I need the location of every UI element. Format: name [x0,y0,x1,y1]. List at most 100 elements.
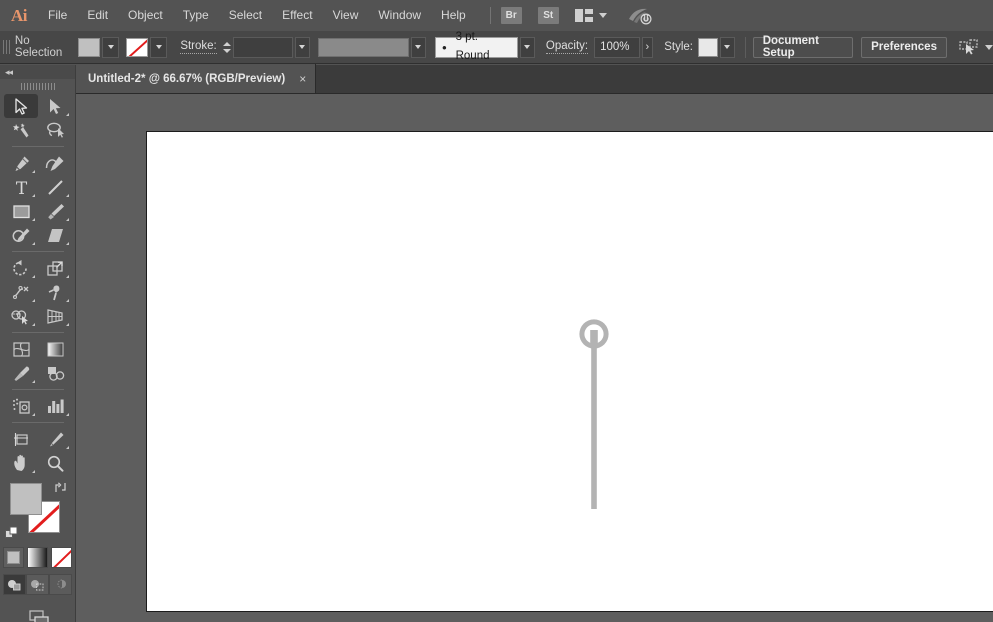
fill-dropdown-button[interactable] [102,37,119,58]
menu-edit[interactable]: Edit [77,0,118,31]
free-transform-tool[interactable] [38,280,72,304]
rectangle-tool[interactable] [4,199,38,223]
menu-object[interactable]: Object [118,0,173,31]
tool-flyout-indicator [66,323,69,326]
document-setup-button[interactable]: Document Setup [753,37,853,58]
width-tool[interactable] [4,280,38,304]
gradient-tool[interactable] [38,337,72,361]
fill-control[interactable] [78,37,119,58]
control-bar: No Selection Stroke: • 3 pt. Round Opaci… [0,31,993,64]
eraser-tool[interactable] [38,223,72,247]
selection-tool[interactable] [4,94,38,118]
menu-type[interactable]: Type [173,0,219,31]
default-fill-stroke-icon[interactable] [5,526,18,539]
draw-mode-row [0,574,75,595]
stroke-dropdown-button[interactable] [150,37,167,58]
perspective-grid-tool[interactable] [38,304,72,328]
menu-view[interactable]: View [323,0,369,31]
preferences-button[interactable]: Preferences [861,37,947,58]
stroke-color-control[interactable] [126,37,167,58]
tool-flyout-indicator [66,242,69,245]
opacity-options-button[interactable]: › [642,37,654,58]
change-screen-mode-icon[interactable] [23,609,53,622]
zoom-tool[interactable] [38,451,72,475]
select-similar-button[interactable] [959,39,993,55]
menu-effect[interactable]: Effect [272,0,322,31]
draw-behind-button[interactable] [26,574,49,595]
draw-inside-button[interactable] [49,574,72,595]
tool-flyout-indicator [32,242,35,245]
stroke-weight-dropdown-button[interactable] [295,37,310,58]
stock-button[interactable]: St [538,7,559,24]
tool-flyout-indicator [32,323,35,326]
lollipop-pin-path[interactable] [574,316,614,515]
tool-flyout-indicator [66,446,69,449]
scale-tool[interactable] [38,256,72,280]
rotate-tool[interactable] [4,256,38,280]
opacity-label[interactable]: Opacity: [546,40,588,54]
type-tool[interactable]: T [4,175,38,199]
stroke-weight-label[interactable]: Stroke: [180,40,216,54]
document-tab[interactable]: Untitled-2* @ 66.67% (RGB/Preview) × [76,64,316,93]
swap-fill-stroke-icon[interactable] [54,481,67,494]
gradient-mode-button[interactable] [27,547,48,568]
variable-width-profile-input[interactable] [318,38,409,57]
graphic-style-dropdown-button[interactable] [720,37,735,58]
graphic-style-swatch[interactable] [698,38,718,57]
fill-swatch[interactable] [78,38,100,57]
tools-panel-grip[interactable] [0,79,75,94]
artboard-tool[interactable] [4,427,38,451]
none-mode-button[interactable] [51,547,72,568]
column-graph-tool[interactable] [38,394,72,418]
brush-dot-icon: • [442,41,447,54]
menu-select[interactable]: Select [219,0,272,31]
shape-builder-tool[interactable] [4,304,38,328]
mesh-tool[interactable] [4,337,38,361]
stroke-weight-input[interactable] [233,37,293,58]
curvature-tool[interactable] [38,151,72,175]
artboard[interactable] [146,131,993,612]
selection-status-label: No Selection [15,35,78,59]
bridge-button[interactable]: Br [501,7,522,24]
close-icon[interactable]: × [299,73,306,85]
pen-tool[interactable] [4,151,38,175]
opacity-input[interactable]: 100% [594,37,639,58]
control-bar-grip[interactable] [3,36,11,58]
stroke-weight-stepper[interactable] [222,37,233,58]
creative-cloud-sync-icon[interactable] [627,6,653,26]
menu-divider [490,7,491,24]
blend-tool[interactable] [38,361,72,385]
canvas-area[interactable] [76,94,993,622]
magic-wand-tool[interactable] [4,118,38,142]
menu-help[interactable]: Help [431,0,476,31]
direct-selection-tool[interactable] [38,94,72,118]
hand-tool[interactable] [4,451,38,475]
menu-file[interactable]: File [38,0,77,31]
brush-definition-dropdown-button[interactable] [520,37,535,58]
toolbar-fill-swatch[interactable] [10,483,42,515]
paintbrush-tool[interactable] [38,199,72,223]
brush-definition-select[interactable]: • 3 pt. Round [435,37,518,58]
tool-flyout-indicator [66,413,69,416]
collapse-panel-icon[interactable]: ◂◂ [5,67,12,78]
draw-normal-button[interactable] [3,574,26,595]
document-tab-title: Untitled-2* @ 66.67% (RGB/Preview) [88,73,285,85]
line-segment-tool[interactable] [38,175,72,199]
arrange-documents-icon [575,9,593,22]
symbol-sprayer-tool[interactable] [4,394,38,418]
menu-window[interactable]: Window [368,0,431,31]
slice-tool[interactable] [38,427,72,451]
arrange-documents-button[interactable] [575,9,607,22]
stroke-swatch[interactable] [126,38,148,57]
tools-divider [12,422,64,423]
eyedropper-tool[interactable] [4,361,38,385]
tools-divider [12,146,64,147]
shaper-pencil-tool[interactable] [4,223,38,247]
variable-width-dropdown-button[interactable] [411,37,426,58]
tool-flyout-indicator [32,275,35,278]
tools-panel-header[interactable]: ◂◂ [0,65,75,79]
chevron-down-icon [724,45,730,49]
lasso-tool[interactable] [38,118,72,142]
fill-stroke-indicator [0,481,76,543]
color-mode-button[interactable] [3,547,24,568]
